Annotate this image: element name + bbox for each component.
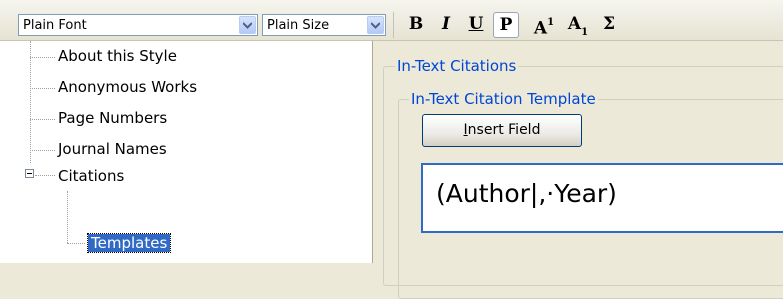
tree-line [67,191,68,243]
tree-item-citations[interactable]: Citations [58,167,124,185]
plain-button[interactable]: P [493,12,519,38]
superscript-mark: 1 [547,17,555,28]
in-text-citation-template-title: In-Text Citation Template [409,90,598,108]
tree-item-about-this-style[interactable]: About this Style [58,47,177,65]
chevron-down-icon [243,22,252,29]
underline-button[interactable]: U [463,12,489,38]
size-combo-dropdown-button[interactable] [367,16,384,34]
insert-field-label: nsert Field [467,122,541,138]
insert-field-button[interactable]: Insert Field [422,114,582,147]
superscript-base: A [533,18,548,39]
font-combo-value: Plain Font [23,18,87,33]
font-combo-dropdown-button[interactable] [239,16,256,34]
style-tree: About this Style Anonymous Works Page Nu… [0,41,373,263]
bold-button[interactable]: B [403,12,429,38]
settings-panel: In-Text Citations In-Text Citation Templ… [373,41,783,299]
symbol-button[interactable]: Σ [596,12,622,38]
tree-item-journal-names[interactable]: Journal Names [58,140,167,158]
font-combo[interactable]: Plain Font [18,14,258,36]
tree-line [67,243,85,244]
tree-item-anonymous-works[interactable]: Anonymous Works [58,78,197,96]
superscript-button[interactable]: A1 [528,12,560,39]
in-text-citations-title: In-Text Citations [395,57,519,75]
subscript-base: A [567,14,582,34]
citation-template-text: (Author|,·Year) [436,179,617,208]
tree-item-page-numbers[interactable]: Page Numbers [58,109,167,127]
subscript-button[interactable]: A1 [562,12,594,38]
size-combo[interactable]: Plain Size [262,14,386,36]
subscript-mark: 1 [581,27,589,39]
chevron-down-icon [371,22,380,29]
tree-line [30,119,55,120]
collapse-icon[interactable] [25,169,34,178]
tree-line [30,57,55,58]
tree-line [30,41,31,163]
citation-template-editor[interactable]: (Author|,·Year) [421,163,783,233]
tree-item-templates[interactable]: Templates [86,233,172,253]
tree-line [30,88,55,89]
tree-line [35,175,55,176]
formatting-toolbar: Plain Font Plain Size B I U P A1 A1 Σ [0,0,783,41]
tree-line [30,150,55,151]
toolbar-separator [393,12,394,38]
italic-button[interactable]: I [433,12,459,38]
size-combo-value: Plain Size [267,18,330,33]
